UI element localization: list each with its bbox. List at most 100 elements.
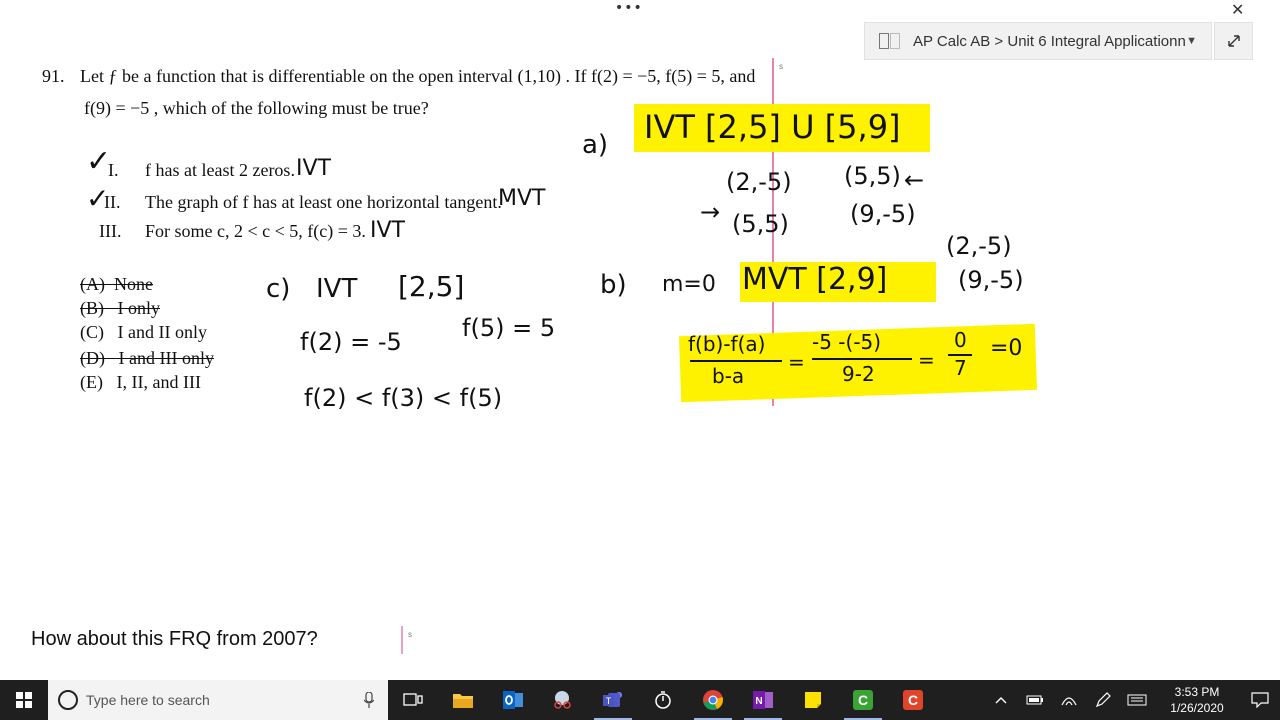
note-mvt: MVT (498, 186, 546, 211)
close-icon[interactable]: ✕ (1231, 0, 1244, 19)
battery-icon[interactable] (1018, 680, 1052, 720)
camtasia-editor-icon: C (903, 690, 923, 710)
teams-icon: T (603, 692, 622, 707)
taskbar-clock[interactable]: 3:53 PM 1/26/2020 (1154, 684, 1240, 716)
part-c-interval: [2,5] (398, 270, 465, 303)
formula-num: f(b)-f(a) (688, 332, 766, 356)
notebook-path-label: AP Calc AB > Unit 6 Integral Application… (913, 32, 1186, 50)
formula-eq-2: = (918, 348, 935, 372)
part-a-label: a) (582, 130, 609, 160)
part-b-point-2: (9,-5) (958, 266, 1024, 294)
choice-a-text: None (114, 274, 153, 294)
onenote-icon: N (753, 691, 773, 709)
stopwatch-button[interactable] (638, 680, 688, 720)
part-a-highlight-text: IVT [2,5] U [5,9] (644, 108, 901, 146)
file-explorer-button[interactable] (438, 680, 488, 720)
svg-text:C: C (858, 692, 868, 708)
sticky-notes-button[interactable] (788, 680, 838, 720)
more-options-icon[interactable]: ••• (615, 0, 643, 16)
formula-bar-2 (812, 358, 912, 360)
windows-logo-icon (16, 692, 32, 708)
system-tray: 3:53 PM 1/26/2020 (984, 680, 1280, 720)
part-b-highlight-text: MVT [2,9] (742, 262, 888, 297)
microphone-icon[interactable] (364, 692, 374, 708)
statement-text-2: The graph of f has at least one horizont… (145, 192, 502, 212)
expand-button[interactable] (1214, 22, 1253, 60)
choice-d: (D) I and III only (80, 348, 214, 369)
part-a-point-3: (5,5) (732, 210, 789, 238)
choice-c-text: I and II only (117, 322, 207, 342)
formula-result: =0 (990, 336, 1023, 361)
choice-b: (B) I only (80, 298, 160, 319)
formula-den-2: 9-2 (842, 362, 875, 386)
expand-icon (1227, 35, 1240, 47)
part-a-point-2: (5,5) (844, 162, 901, 190)
teams-button[interactable]: T (588, 680, 638, 720)
clock-date: 1/26/2020 (1170, 701, 1224, 715)
formula-den-3: 7 (954, 356, 967, 380)
formula-num-3: 0 (954, 328, 967, 352)
onenote-button[interactable]: N (738, 680, 788, 720)
task-view-button[interactable] (388, 680, 438, 720)
keyboard-icon[interactable] (1120, 680, 1154, 720)
margin-mark: s (779, 62, 783, 71)
chrome-button[interactable] (688, 680, 738, 720)
choice-c: (C) I and II only (80, 322, 207, 343)
statement-text-3: For some c, 2 < c < 5, f(c) = 3. (145, 221, 366, 241)
choice-e-text: I, II, and III (116, 372, 201, 392)
svg-text:C: C (908, 692, 918, 708)
cortana-icon (58, 690, 78, 710)
sticky-note-icon (805, 692, 821, 708)
choice-b-letter: (B) (80, 298, 104, 318)
folder-icon (453, 694, 473, 708)
formula-num-2: -5 -(-5) (812, 330, 882, 354)
statement-text-1: f has at least 2 zeros. (145, 160, 295, 180)
stopwatch-icon (655, 691, 671, 709)
choice-b-text: I only (117, 298, 161, 318)
formula-eq-1: = (788, 350, 805, 374)
action-center-button[interactable] (1240, 680, 1280, 720)
svg-text:T: T (606, 696, 612, 706)
chevron-up-icon[interactable] (984, 680, 1018, 720)
camtasia-recorder-icon: C (853, 690, 873, 710)
svg-text:N: N (755, 696, 762, 707)
page-prompt-text[interactable]: How about this FRQ from 2007? (31, 628, 318, 651)
choice-c-letter: (C) (80, 322, 104, 342)
notebook-path-dropdown[interactable]: AP Calc AB > Unit 6 Integral Application… (864, 22, 1212, 60)
wifi-icon[interactable] (1052, 680, 1086, 720)
taskbar-search-box[interactable]: Type here to search (48, 680, 388, 720)
start-button[interactable] (0, 680, 48, 720)
part-c-f2: f(2) = -5 (300, 328, 402, 356)
part-c-f5: f(5) = 5 (462, 314, 556, 342)
chrome-icon (703, 690, 723, 710)
part-c-label: c) (266, 274, 291, 304)
pen-icon[interactable] (1086, 680, 1120, 720)
snipping-tool-button[interactable] (538, 680, 588, 720)
part-b-slope: m=0 (662, 272, 716, 297)
arrow-left: ← (904, 166, 925, 194)
note-ivt-3: IVT (370, 218, 405, 243)
choice-d-text: I and III only (118, 348, 214, 368)
onenote-page[interactable]: ••• ✕ AP Calc AB > Unit 6 Integral Appli… (0, 0, 1280, 680)
part-b-label: b) (600, 270, 627, 300)
camtasia-red-button[interactable]: C (888, 680, 938, 720)
notebook-icon (879, 33, 900, 49)
search-placeholder: Type here to search (86, 692, 210, 708)
clock-time: 3:53 PM (1174, 685, 1220, 699)
choice-a: (A) None (80, 274, 153, 295)
windows-taskbar: Type here to search T N C C 3:53 PM 1/26… (0, 680, 1280, 720)
chevron-down-icon: ▼ (1186, 35, 1197, 47)
part-a-point-1: (2,-5) (726, 168, 792, 196)
arrow-right: → (700, 198, 721, 226)
part-a-point-4: (9,-5) (850, 200, 916, 228)
outlook-button[interactable] (488, 680, 538, 720)
choice-d-letter: (D) (80, 348, 105, 368)
statement-numeral-2: II. (104, 192, 121, 212)
notification-icon (1251, 692, 1269, 708)
margin-mark-2: s (408, 630, 412, 639)
camtasia-green-button[interactable]: C (838, 680, 888, 720)
page-width-marker-2 (401, 626, 403, 654)
part-b-point-1: (2,-5) (946, 232, 1012, 260)
part-c-inequality: f(2) < f(3) < f(5) (304, 384, 503, 412)
statement-numeral-3: III. (99, 221, 122, 241)
